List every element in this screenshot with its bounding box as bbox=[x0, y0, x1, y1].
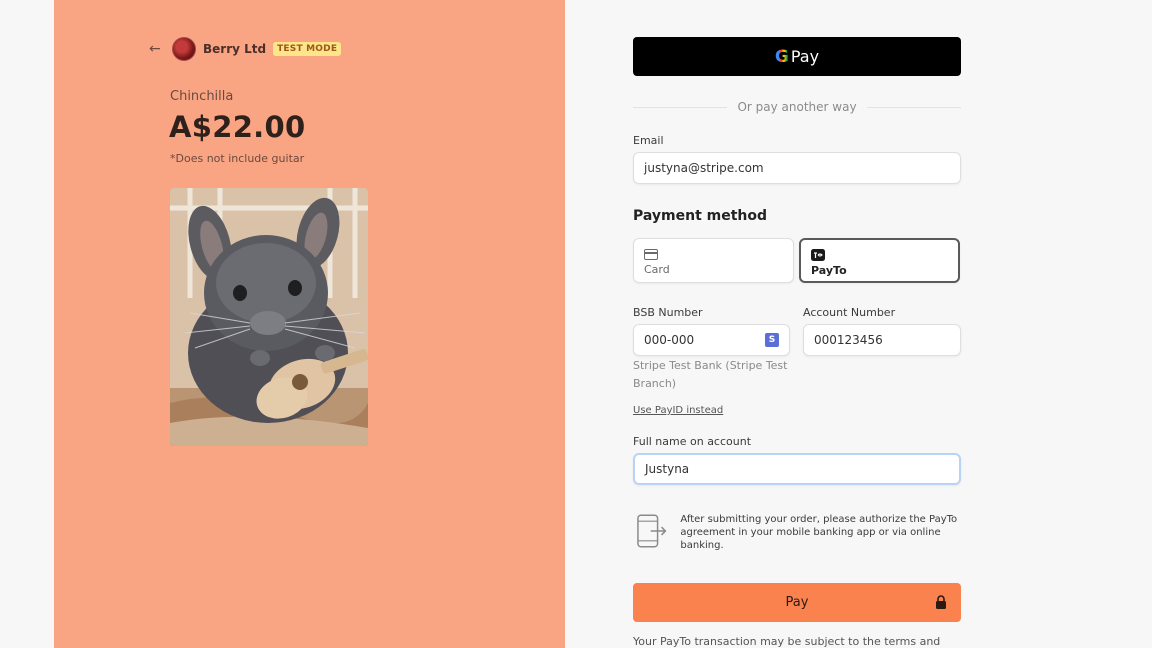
bsb-label: BSB Number bbox=[633, 306, 703, 319]
merchant-header: ← Berry Ltd TEST MODE bbox=[149, 37, 342, 61]
divider-line-left bbox=[633, 106, 728, 108]
order-summary-panel: ← Berry Ltd TEST MODE Chinchilla A$22.00… bbox=[54, 0, 565, 648]
merchant-logo bbox=[172, 37, 196, 61]
use-payid-link[interactable]: Use PayID instead bbox=[633, 405, 723, 416]
merchant-name: Berry Ltd bbox=[203, 42, 267, 56]
or-divider: Or pay another way bbox=[633, 100, 961, 114]
product-note: *Does not include guitar bbox=[170, 152, 305, 165]
pay-button[interactable]: Pay bbox=[633, 583, 961, 622]
email-field[interactable]: justyna@stripe.com bbox=[633, 152, 961, 184]
bsb-value: 000-000 bbox=[644, 333, 695, 347]
account-number-label: Account Number bbox=[803, 306, 896, 319]
chinchilla-photo bbox=[170, 188, 368, 446]
card-icon bbox=[644, 249, 658, 260]
full-name-label: Full name on account bbox=[633, 435, 752, 448]
left-gutter bbox=[0, 0, 54, 648]
test-mode-badge: TEST MODE bbox=[273, 42, 342, 56]
pay-button-label: Pay bbox=[785, 595, 809, 610]
tab-card[interactable]: Card bbox=[633, 238, 794, 283]
payment-method-title: Payment method bbox=[633, 208, 768, 224]
bank-name-text: Stripe Test Bank (Stripe Test Branch) bbox=[633, 359, 788, 390]
bank-logo-icon: S bbox=[765, 333, 779, 347]
mobile-authorize-icon bbox=[637, 514, 667, 548]
account-number-field[interactable]: 000123456 bbox=[803, 324, 961, 356]
terms-text: Your PayTo transaction may be subject to… bbox=[633, 635, 941, 648]
right-gutter bbox=[1097, 0, 1152, 648]
back-arrow-icon[interactable]: ← bbox=[149, 42, 163, 56]
product-name: Chinchilla bbox=[170, 89, 234, 104]
payto-icon bbox=[811, 249, 825, 261]
product-image bbox=[170, 188, 368, 446]
lock-icon bbox=[936, 595, 946, 609]
tab-card-label: Card bbox=[644, 263, 670, 276]
tab-payto[interactable]: PayTo bbox=[799, 238, 960, 283]
bsb-field[interactable]: 000-000 S bbox=[633, 324, 790, 356]
full-name-field[interactable]: Justyna bbox=[633, 453, 961, 485]
product-price: A$22.00 bbox=[169, 110, 306, 144]
google-pay-button[interactable]: G Pay bbox=[633, 37, 961, 76]
google-pay-label: Pay bbox=[790, 47, 820, 66]
email-label: Email bbox=[633, 134, 664, 147]
payto-info-text: After submitting your order, please auth… bbox=[680, 514, 958, 551]
divider-line-right bbox=[866, 106, 961, 108]
payto-info: After submitting your order, please auth… bbox=[635, 513, 965, 552]
divider-text: Or pay another way bbox=[737, 100, 857, 114]
payment-form-panel: G Pay Or pay another way Email justyna@s… bbox=[565, 0, 1097, 648]
checkout-page: ← Berry Ltd TEST MODE Chinchilla A$22.00… bbox=[0, 0, 1152, 648]
google-g-icon: G bbox=[774, 46, 789, 67]
tab-payto-label: PayTo bbox=[811, 264, 847, 277]
